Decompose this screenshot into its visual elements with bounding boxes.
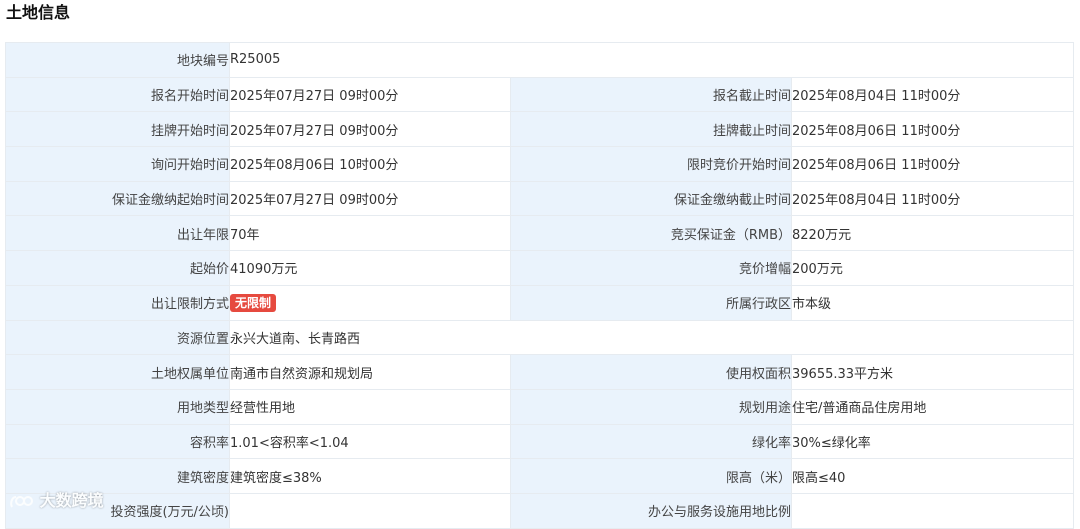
table-row: 土地权属单位 南通市自然资源和规划局 使用权面积 39655.33平方米 bbox=[5, 354, 1075, 390]
table-row: 起始价 41090万元 竞价增幅 200万元 bbox=[5, 250, 1075, 286]
field-label: 挂牌开始时间 bbox=[5, 111, 230, 148]
field-label: 办公与服务设施用地比例 bbox=[510, 492, 792, 529]
field-label: 竞买保证金（RMB） bbox=[510, 215, 792, 252]
field-value: 2025年08月06日 11时00分 bbox=[790, 146, 1075, 182]
field-label: 使用权面积 bbox=[510, 354, 792, 390]
field-value: 无限制 bbox=[229, 284, 511, 321]
section-title: 土地信息 bbox=[6, 3, 71, 22]
field-label: 限时竞价开始时间 bbox=[510, 146, 792, 182]
table-row: 询问开始时间 2025年08月06日 10时00分 限时竞价开始时间 2025年08月… bbox=[5, 146, 1075, 182]
table-row: 出让年限 70年 竞买保证金（RMB） 8220万元 bbox=[5, 215, 1075, 252]
table-row: 出让限制方式 无限制 所属行政区 市本级 bbox=[5, 284, 1075, 321]
field-label: 资源位置 bbox=[5, 319, 230, 356]
table-row: 投资强度(万元/公顷) 办公与服务设施用地比例 bbox=[5, 492, 1075, 529]
field-value: 住宅/普通商品住房用地 bbox=[790, 388, 1075, 425]
field-value: 南通市自然资源和规划局 bbox=[229, 354, 511, 390]
field-value: 8220万元 bbox=[790, 215, 1075, 252]
table-row: 用地类型 经营性用地 规划用途 住宅/普通商品住房用地 bbox=[5, 388, 1075, 425]
field-value bbox=[790, 492, 1075, 529]
field-value: 市本级 bbox=[790, 284, 1075, 321]
field-label: 竞价增幅 bbox=[510, 250, 792, 286]
field-value: 41090万元 bbox=[229, 250, 511, 286]
field-value: 39655.33平方米 bbox=[790, 354, 1075, 390]
field-value: 限高≤40 bbox=[790, 458, 1075, 494]
field-value: 200万元 bbox=[790, 250, 1075, 286]
table-row: 地块编号 R25005 bbox=[5, 42, 1075, 78]
field-label: 出让限制方式 bbox=[5, 284, 230, 321]
field-label: 保证金缴纳起始时间 bbox=[5, 180, 230, 217]
field-value: 2025年07月27日 09时00分 bbox=[229, 180, 511, 217]
field-value: 1.01<容积率<1.04 bbox=[229, 423, 511, 460]
field-label: 出让年限 bbox=[5, 215, 230, 252]
field-value: 2025年07月27日 09时00分 bbox=[229, 76, 511, 113]
table-row: 建筑密度 建筑密度≤38% 限高（米） 限高≤40 bbox=[5, 458, 1075, 494]
field-value: 经营性用地 bbox=[229, 388, 511, 425]
table-row: 保证金缴纳起始时间 2025年07月27日 09时00分 保证金缴纳截止时间 2025… bbox=[5, 180, 1075, 217]
table-row: 容积率 1.01<容积率<1.04 绿化率 30%≤绿化率 bbox=[5, 423, 1075, 460]
field-value: 70年 bbox=[229, 215, 511, 252]
table-row: 报名开始时间 2025年07月27日 09时00分 报名截止时间 2025年08月04… bbox=[5, 76, 1075, 113]
table-row: 挂牌开始时间 2025年07月27日 09时00分 挂牌截止时间 2025年08月06… bbox=[5, 111, 1075, 148]
field-label: 起始价 bbox=[5, 250, 230, 286]
field-label: 报名开始时间 bbox=[5, 76, 230, 113]
land-info-body: 地块编号 R25005 报名开始时间 2025年07月27日 09时00分 报名截止时间… bbox=[5, 42, 1075, 529]
field-label: 挂牌截止时间 bbox=[510, 111, 792, 148]
field-value: 2025年08月06日 10时00分 bbox=[229, 146, 511, 182]
field-value: 建筑密度≤38% bbox=[229, 458, 511, 494]
field-value: 2025年08月06日 11时00分 bbox=[790, 111, 1075, 148]
field-value: 2025年08月04日 11时00分 bbox=[790, 76, 1075, 113]
field-label: 绿化率 bbox=[510, 423, 792, 460]
field-label: 地块编号 bbox=[5, 42, 230, 78]
field-value: 2025年08月04日 11时00分 bbox=[790, 180, 1075, 217]
field-label: 保证金缴纳截止时间 bbox=[510, 180, 792, 217]
field-label: 土地权属单位 bbox=[5, 354, 230, 390]
land-info-table: 地块编号 R25005 报名开始时间 2025年07月27日 09时00分 报名截止时间… bbox=[5, 42, 1075, 529]
table-row: 资源位置 永兴大道南、长青路西 bbox=[5, 319, 1075, 356]
watermark-text: 大数跨境 bbox=[39, 491, 104, 510]
field-label: 询问开始时间 bbox=[5, 146, 230, 182]
field-label: 限高（米） bbox=[510, 458, 792, 494]
field-value: 永兴大道南、长青路西 bbox=[228, 319, 1075, 356]
watermark: 大数跨境 bbox=[8, 487, 104, 511]
field-label: 用地类型 bbox=[5, 388, 230, 425]
field-value: 30%≤绿化率 bbox=[790, 423, 1075, 460]
watermark-logo-icon bbox=[10, 495, 33, 507]
field-value: R25005 bbox=[228, 42, 1075, 78]
field-label: 规划用途 bbox=[510, 388, 792, 425]
field-label: 容积率 bbox=[5, 423, 230, 460]
restriction-badge: 无限制 bbox=[230, 293, 277, 312]
field-value: 2025年07月27日 09时00分 bbox=[229, 111, 511, 148]
field-label: 所属行政区 bbox=[510, 284, 792, 321]
field-label: 报名截止时间 bbox=[510, 76, 792, 113]
field-value bbox=[229, 492, 511, 529]
